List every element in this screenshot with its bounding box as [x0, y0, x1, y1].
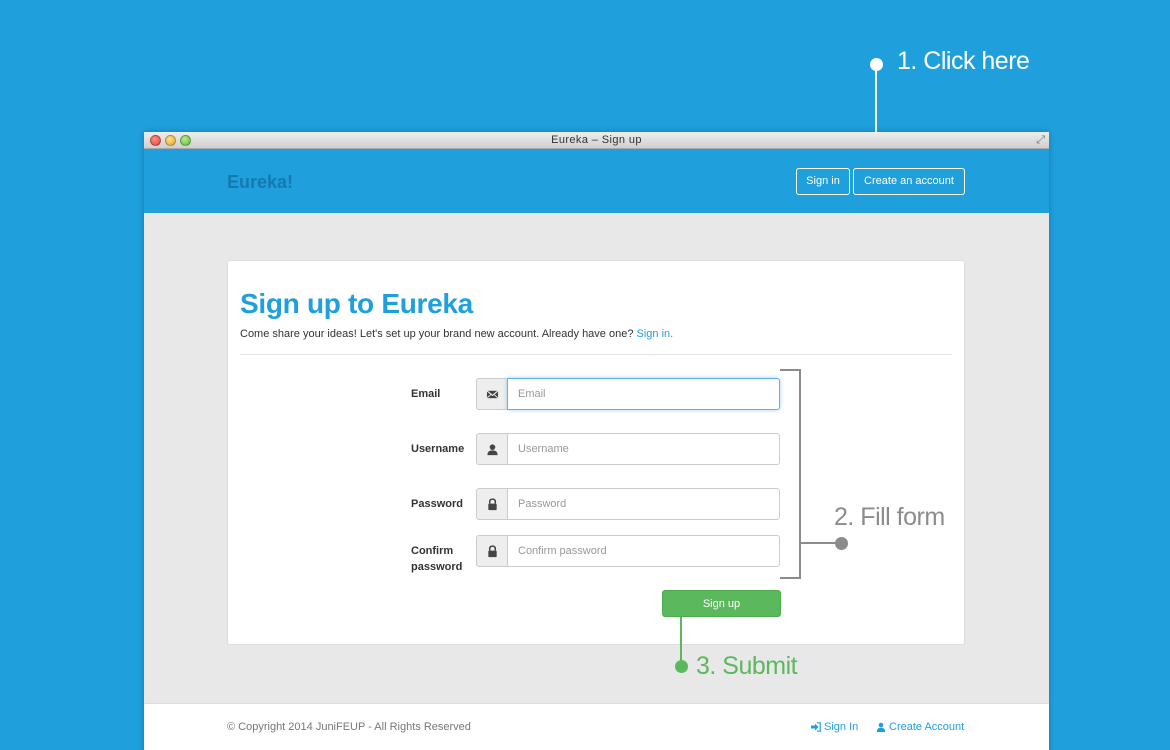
- footer-create-account-link[interactable]: Create Account: [876, 721, 964, 733]
- intro-text: Come share your ideas! Let's set up your…: [240, 328, 673, 340]
- sign-in-icon: [811, 722, 821, 732]
- user-icon: [876, 722, 886, 732]
- step2-connector-line: [801, 542, 839, 544]
- step3-annotation: 3. Submit: [696, 652, 798, 680]
- user-icon: [476, 433, 507, 465]
- password-input-group: [476, 488, 780, 520]
- envelope-icon: [476, 378, 507, 410]
- lock-icon: [476, 535, 507, 567]
- username-input[interactable]: [507, 433, 780, 465]
- email-input[interactable]: [507, 378, 780, 410]
- page-footer: © Copyright 2014 JuniFEUP - All Rights R…: [144, 703, 1049, 750]
- step2-marker-dot: [835, 537, 848, 550]
- username-label: Username: [411, 443, 465, 455]
- intro-message: Come share your ideas! Let's set up your…: [240, 328, 634, 340]
- signup-submit-button[interactable]: Sign up: [662, 590, 781, 617]
- email-input-group: [476, 378, 780, 410]
- step2-bracket-vertical: [799, 369, 801, 579]
- step2-annotation: 2. Fill form: [834, 503, 945, 531]
- intro-signin-link[interactable]: Sign in.: [637, 328, 674, 340]
- fullscreen-icon[interactable]: ⤢: [1036, 134, 1045, 147]
- divider: [240, 354, 952, 355]
- step3-connector-line: [680, 617, 682, 663]
- password-input[interactable]: [507, 488, 780, 520]
- signup-card: Sign up to Eureka Come share your ideas!…: [227, 260, 965, 645]
- step2-bracket-bottom: [780, 577, 801, 579]
- window-titlebar: Eureka – Sign up ⤢: [144, 132, 1049, 149]
- footer-signin-link[interactable]: Sign In: [811, 721, 858, 733]
- page-title: Sign up to Eureka: [240, 288, 473, 319]
- footer-create-account-label: Create Account: [889, 721, 965, 733]
- browser-window: Eureka – Sign up ⤢ Eureka! Sign in Creat…: [144, 132, 1049, 750]
- top-navbar: Eureka! Sign in Create an account: [144, 149, 1049, 213]
- lock-icon: [476, 488, 507, 520]
- confirm-password-input[interactable]: [507, 535, 780, 567]
- email-label: Email: [411, 388, 441, 400]
- confirm-password-label: Confirm password: [411, 545, 463, 573]
- step2-bracket-top: [780, 369, 801, 371]
- username-input-group: [476, 433, 780, 465]
- brand-logo[interactable]: Eureka!: [227, 172, 293, 193]
- password-label: Password: [411, 498, 463, 510]
- window-title: Eureka – Sign up: [551, 134, 642, 146]
- confirm-password-input-group: [476, 535, 780, 567]
- nav-signin-button[interactable]: Sign in: [796, 168, 850, 195]
- nav-create-account-button[interactable]: Create an account: [853, 168, 965, 195]
- footer-signin-label: Sign In: [824, 721, 859, 733]
- step3-marker-dot: [675, 660, 688, 673]
- step1-annotation: 1. Click here: [897, 47, 1030, 75]
- copyright-text: © Copyright 2014 JuniFEUP - All Rights R…: [227, 721, 471, 733]
